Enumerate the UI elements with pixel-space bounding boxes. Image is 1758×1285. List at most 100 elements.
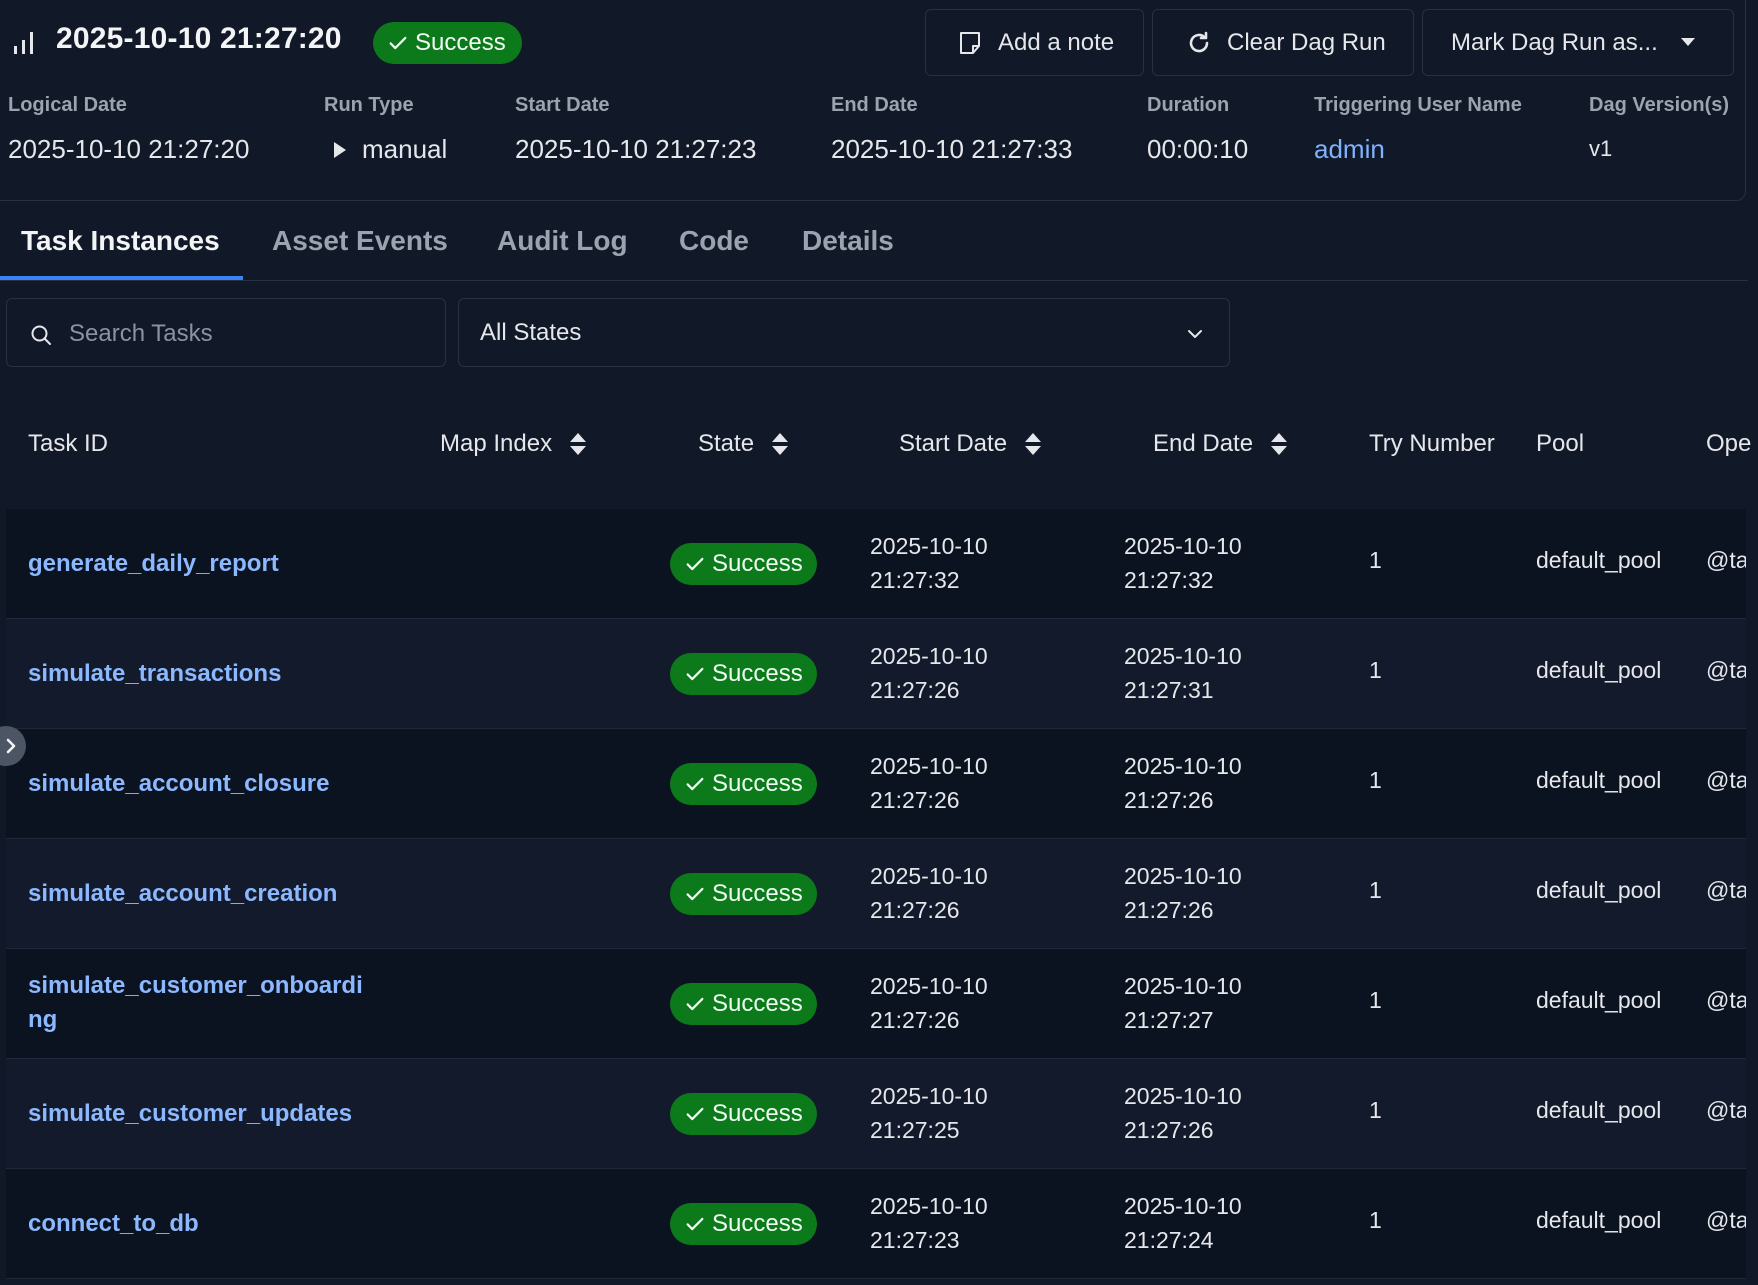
table-row: simulate_customer_updates Success 2025-1… — [6, 1059, 1746, 1169]
table-row: simulate_transactions Success 2025-10-10… — [6, 619, 1746, 729]
task-id-link[interactable]: connect_to_db — [28, 1207, 199, 1241]
column-header-operator: Ope — [1706, 430, 1751, 458]
try-number-cell: 1 — [1369, 547, 1382, 573]
table-row: generate_daily_report Success 2025-10-10… — [6, 509, 1746, 619]
end-date-cell: 2025-10-10 21:27:24 — [1124, 1193, 1242, 1253]
sort-icon — [772, 433, 789, 455]
meta-label: End Date — [831, 94, 918, 116]
try-number-cell: 1 — [1369, 657, 1382, 683]
note-icon — [960, 31, 980, 54]
add-note-button[interactable]: Add a note — [925, 9, 1144, 76]
column-header-end-date[interactable]: End Date — [1153, 430, 1289, 458]
mark-dag-run-dropdown[interactable]: Mark Dag Run as... — [1422, 9, 1734, 76]
state-badge: Success — [670, 653, 817, 695]
task-id-link[interactable]: simulate_account_creation — [28, 877, 337, 911]
table-row: simulate_account_closure Success 2025-10… — [6, 729, 1746, 839]
task-id-link[interactable]: simulate_account_closure — [28, 767, 329, 801]
run-header: 2025-10-10 21:27:20 Success Add a note C… — [0, 0, 1758, 84]
state-label: Success — [712, 770, 803, 797]
meta-value: 2025-10-10 21:27:20 — [8, 134, 250, 164]
operator-cell: @ta — [1706, 987, 1746, 1013]
clear-dag-run-button[interactable]: Clear Dag Run — [1152, 9, 1414, 76]
chevron-right-icon — [6, 738, 16, 754]
table-row: connect_to_db Success 2025-10-10 21:27:2… — [6, 1169, 1746, 1279]
run-state-label: Success — [415, 29, 506, 56]
pool-cell: default_pool — [1536, 987, 1662, 1013]
column-label: Ope — [1706, 430, 1752, 457]
column-header-map-index[interactable]: Map Index — [440, 430, 588, 458]
state-label: Success — [712, 1210, 803, 1237]
tab-code[interactable]: Code — [679, 225, 749, 257]
try-number-cell: 1 — [1369, 987, 1382, 1013]
column-header-try-number: Try Number — [1369, 430, 1495, 458]
tab-audit-log[interactable]: Audit Log — [497, 225, 628, 257]
task-id-link[interactable]: generate_daily_report — [28, 547, 279, 581]
table-row: simulate_account_creation Success 2025-1… — [6, 839, 1746, 949]
triggering-user-link[interactable]: admin — [1314, 134, 1385, 165]
try-number-cell: 1 — [1369, 1097, 1382, 1123]
add-note-label: Add a note — [998, 28, 1115, 56]
mark-dag-run-label: Mark Dag Run as... — [1451, 28, 1658, 56]
start-date-cell: 2025-10-10 21:27:23 — [870, 1193, 988, 1253]
play-icon — [334, 142, 346, 159]
state-filter-value: All States — [480, 319, 582, 346]
task-id-link[interactable]: simulate_transactions — [28, 657, 281, 691]
column-label: Task ID — [28, 430, 109, 457]
clear-dag-run-label: Clear Dag Run — [1227, 28, 1386, 56]
tab-bar: Task Instances Asset Events Audit Log Co… — [0, 210, 1748, 281]
meta-value: 00:00:10 — [1147, 134, 1249, 164]
pool-cell: default_pool — [1536, 657, 1662, 683]
meta-value: manual — [324, 134, 447, 165]
operator-cell: @ta — [1706, 767, 1746, 793]
state-label: Success — [712, 1100, 803, 1127]
meta-label: Duration — [1147, 94, 1230, 116]
end-date-cell: 2025-10-10 21:27:26 — [1124, 863, 1242, 923]
state-badge: Success — [670, 763, 817, 805]
start-date-cell: 2025-10-10 21:27:32 — [870, 533, 988, 593]
column-header-state[interactable]: State — [698, 430, 790, 458]
state-label: Success — [712, 880, 803, 907]
meta-label: Logical Date — [8, 94, 127, 116]
check-icon — [686, 887, 704, 901]
check-icon — [389, 36, 407, 50]
search-tasks-input[interactable] — [67, 313, 431, 355]
table-header: Task ID Map Index State Start Date End D… — [6, 400, 1758, 488]
meta-duration: Duration 00:00:10 — [1147, 94, 1248, 164]
operator-cell: @ta — [1706, 1097, 1746, 1123]
meta-value: 2025-10-10 21:27:33 — [831, 134, 1073, 164]
column-label: Try Number — [1369, 430, 1495, 457]
refresh-icon — [1189, 31, 1209, 52]
search-box — [6, 298, 446, 367]
meta-start-date: Start Date 2025-10-10 21:27:23 — [515, 94, 756, 164]
meta-dag-versions: Dag Version(s) v1 — [1589, 94, 1729, 161]
check-icon — [686, 777, 704, 791]
task-id-link[interactable]: simulate_customer_onboarding — [28, 969, 368, 1037]
meta-run-type: Run Type manual — [324, 94, 447, 164]
meta-triggering-user: Triggering User Name admin — [1314, 94, 1522, 164]
state-label: Success — [712, 990, 803, 1017]
state-badge: Success — [670, 543, 817, 585]
meta-label: Triggering User Name — [1314, 94, 1522, 116]
column-label: Pool — [1536, 430, 1585, 457]
meta-end-date: End Date 2025-10-10 21:27:33 — [831, 94, 1072, 164]
start-date-cell: 2025-10-10 21:27:26 — [870, 643, 988, 703]
operator-cell: @ta — [1706, 547, 1746, 573]
pool-cell: default_pool — [1536, 877, 1662, 903]
active-tab-indicator — [0, 276, 243, 280]
state-badge: Success — [670, 873, 817, 915]
sort-icon — [570, 433, 587, 455]
end-date-cell: 2025-10-10 21:27:26 — [1124, 753, 1242, 813]
tab-details[interactable]: Details — [802, 225, 894, 257]
meta-label: Run Type — [324, 94, 414, 116]
state-badge: Success — [670, 1093, 817, 1135]
table-row: simulate_customer_onboarding Success 202… — [6, 949, 1746, 1059]
state-badge: Success — [670, 983, 817, 1025]
tab-asset-events[interactable]: Asset Events — [272, 225, 448, 257]
state-filter-select[interactable]: All States — [458, 298, 1230, 367]
column-header-start-date[interactable]: Start Date — [899, 430, 1043, 458]
meta-value: 2025-10-10 21:27:23 — [515, 134, 757, 164]
try-number-cell: 1 — [1369, 767, 1382, 793]
task-id-link[interactable]: simulate_customer_updates — [28, 1097, 352, 1131]
run-state-badge: Success — [373, 22, 522, 64]
tab-task-instances[interactable]: Task Instances — [21, 225, 220, 257]
